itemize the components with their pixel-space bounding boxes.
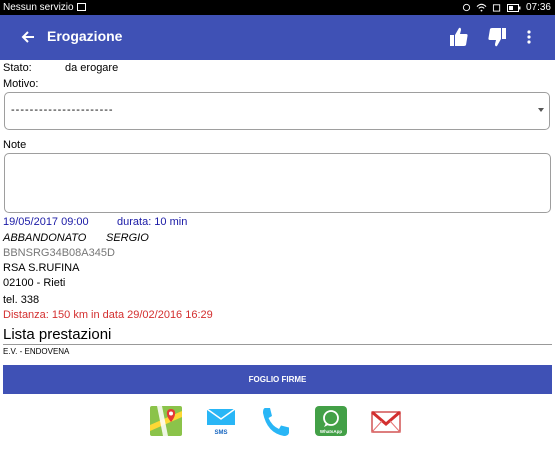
whatsapp-icon[interactable]: WhatsApp	[314, 405, 348, 437]
patient-name: SERGIO	[106, 232, 149, 244]
back-arrow-icon[interactable]	[18, 27, 38, 47]
more-vert-icon[interactable]	[519, 26, 539, 48]
distance-info: Distanza: 150 km in data 29/02/2016 16:2…	[3, 309, 213, 321]
thumbs-down-icon[interactable]	[487, 26, 507, 48]
facility-address: 02100 - Rieti	[3, 277, 66, 289]
page-title: Erogazione	[47, 28, 123, 44]
list-item[interactable]: E.V. - ENDOVENA	[3, 347, 69, 356]
sms-icon[interactable]: SMS	[204, 405, 238, 437]
sms-label: SMS	[214, 430, 227, 436]
note-input[interactable]	[4, 153, 551, 213]
signal-icon	[492, 4, 501, 12]
wifi-icon	[476, 3, 487, 12]
battery-icon	[506, 3, 521, 12]
stato-label: Stato:	[3, 62, 32, 74]
gmail-icon[interactable]	[369, 405, 403, 437]
note-label: Note	[3, 139, 27, 151]
dropdown-caret-icon	[538, 108, 544, 112]
app-bar: Erogazione	[0, 15, 555, 60]
foglio-firme-button[interactable]: FOGLIO FIRME	[3, 365, 552, 394]
motivo-label: Motivo:	[3, 78, 39, 90]
maps-icon[interactable]	[149, 405, 183, 437]
status-bar: Nessun servizio 07:36	[0, 0, 555, 15]
whatsapp-label: WhatsApp	[320, 429, 342, 434]
motivo-dropdown[interactable]: ----------------------	[4, 92, 550, 130]
carrier-text: Nessun servizio	[3, 0, 86, 15]
appointment-duration: durata: 10 min	[117, 216, 188, 228]
alarm-icon	[462, 3, 471, 12]
fiscal-code: BBNSRG34B08A345D	[3, 247, 115, 259]
phone-number[interactable]: tel. 338	[3, 294, 39, 306]
services-divider	[3, 344, 552, 345]
patient-surname: ABBANDONATO	[3, 232, 87, 244]
thumbs-up-icon[interactable]	[449, 26, 469, 48]
clock: 07:36	[525, 2, 551, 13]
notification-icon	[76, 3, 86, 12]
motivo-selected-value: ----------------------	[11, 104, 114, 116]
services-title: Lista prestazioni	[3, 326, 112, 343]
phone-call-icon[interactable]	[259, 405, 293, 437]
stato-value: da erogare	[65, 62, 119, 74]
status-icons: 07:36	[462, 0, 551, 15]
facility-name: RSA S.RUFINA	[3, 262, 80, 274]
appointment-datetime: 19/05/2017 09:00	[3, 216, 89, 228]
